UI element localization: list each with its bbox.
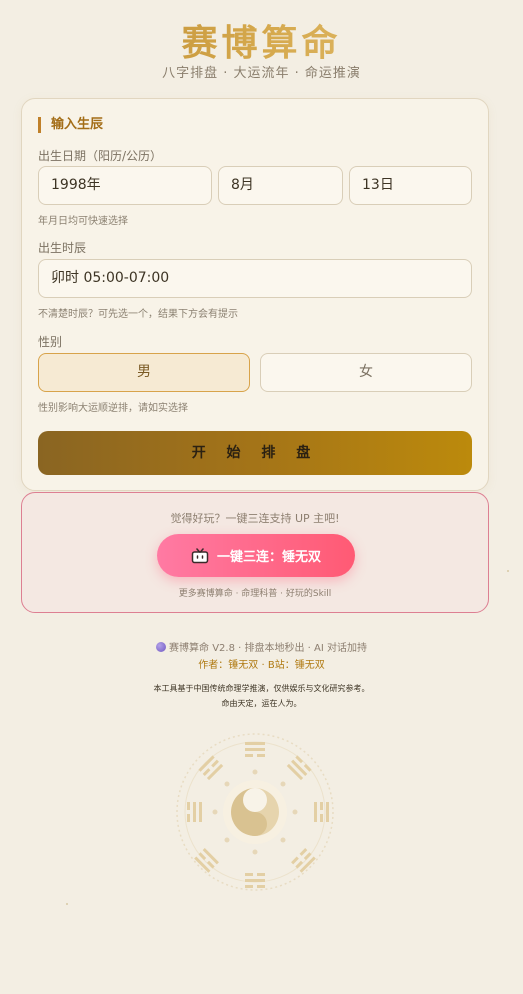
birth-time-label: 出生时辰 <box>38 241 87 255</box>
sanlian-button[interactable]: 一键三连：锤无双 <box>157 534 355 577</box>
birth-time-select[interactable]: 卯时 05:00-07:00 <box>38 259 472 298</box>
gender-male-button[interactable]: 男 <box>38 353 250 392</box>
start-chart-button[interactable]: 开 始 排 盘 <box>38 431 472 475</box>
support-card: 觉得好玩？一键三连支持 UP 主吧! 一键三连：锤无双 更多赛博算命 · 命理科… <box>21 492 489 613</box>
gender-hint: 性别影响大运顺逆排，请如实选择 <box>38 403 188 414</box>
birth-date-label: 出生日期（阳历/公历） <box>38 149 163 163</box>
version-line: 赛博算命 V2.8 · 排盘本地秒出 · AI 对话加持 <box>0 639 523 654</box>
page-title: 赛博算命 <box>0 14 523 66</box>
disclaimer-line-1: 本工具基于中国传统命理学推演，仅供娱乐与文化研究参考。 <box>153 684 370 693</box>
disclaimer: 本工具基于中国传统命理学推演，仅供娱乐与文化研究参考。 命由天定，运在人为。 <box>0 681 523 711</box>
sanlian-button-label: 一键三连：锤无双 <box>216 550 321 565</box>
day-select[interactable]: 13日 <box>349 166 472 205</box>
page-subtitle: 八字排盘 · 大运流年 · 命运推演 <box>162 66 361 81</box>
support-prompt: 觉得好玩？一键三连支持 UP 主吧! <box>170 512 340 525</box>
gender-female-button[interactable]: 女 <box>260 353 472 392</box>
year-select[interactable]: 1998年 <box>38 166 212 205</box>
birth-time-hint: 不清楚时辰？可先选一个，结果下方会有提示 <box>38 309 238 320</box>
disclaimer-line-2: 命由天定，运在人为。 <box>221 699 302 708</box>
bagua-yinyang-icon <box>176 733 334 891</box>
tv-icon <box>191 547 209 563</box>
section-title: 输入生辰 <box>38 117 103 133</box>
birth-input-card: 输入生辰 出生日期（阳历/公历） 1998年 8月 13日 年月日均可快速选择 … <box>21 98 489 491</box>
version-text: 赛博算命 V2.8 · 排盘本地秒出 · AI 对话加持 <box>169 643 367 654</box>
gender-label: 性别 <box>38 335 63 349</box>
birth-date-hint: 年月日均可快速选择 <box>38 216 128 227</box>
author-line: 作者：锤无双 · B站：锤无双 <box>198 660 325 671</box>
month-select[interactable]: 8月 <box>218 166 343 205</box>
decor-dot <box>507 570 509 572</box>
crystal-ball-icon <box>156 641 167 652</box>
decor-dot <box>66 903 68 905</box>
support-more-text: 更多赛博算命 · 命理科普 · 好玩的Skill <box>178 589 332 599</box>
